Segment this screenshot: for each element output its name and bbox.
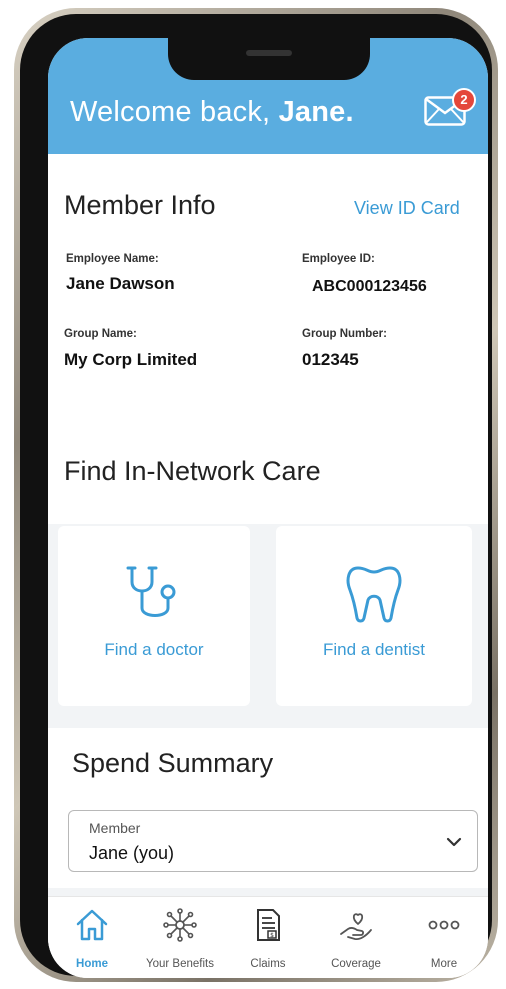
employee-id-value: ABC000123456: [312, 278, 427, 295]
find-care-title: Find In-Network Care: [64, 456, 321, 486]
view-id-card-link[interactable]: View ID Card: [354, 198, 460, 219]
group-number-label: Group Number:: [302, 328, 387, 340]
find-doctor-card[interactable]: Find a doctor: [58, 526, 250, 706]
tab-your-benefits[interactable]: Your Benefits: [136, 897, 224, 978]
svg-text:$: $: [270, 932, 274, 939]
tab-more-label: More: [430, 958, 458, 970]
tab-your-benefits-label: Your Benefits: [146, 958, 214, 970]
member-select-label: Member: [89, 820, 141, 836]
member-select[interactable]: Member Jane (you): [68, 810, 478, 872]
coverage-hand-icon: [340, 913, 372, 941]
tooth-icon: [346, 566, 402, 623]
mail-badge: 2: [452, 88, 476, 112]
benefits-network-icon: [163, 908, 197, 942]
bottom-tab-bar: Home Your Benefits $ Claims Coverage Mor…: [48, 896, 488, 978]
find-doctor-label: Find a doctor: [104, 640, 204, 659]
tab-more[interactable]: More: [400, 897, 488, 978]
tab-home-label: Home: [76, 958, 108, 970]
tab-claims-label: Claims: [250, 958, 286, 970]
app-screen: Welcome back, Jane. 2 Member Info View I…: [48, 38, 488, 978]
group-name-value: My Corp Limited: [64, 350, 198, 369]
employee-id-label: Employee ID:: [302, 253, 375, 265]
find-dentist-card[interactable]: Find a dentist: [276, 526, 472, 706]
claims-document-icon: $: [257, 909, 280, 941]
member-info-title: Member Info: [64, 190, 216, 220]
employee-name-value: Jane Dawson: [66, 274, 175, 293]
tab-coverage-label: Coverage: [331, 958, 381, 970]
spend-summary-section: Spend Summary Member Jane (you): [48, 728, 488, 888]
phone-notch: [168, 38, 370, 80]
more-dots-icon: [428, 920, 460, 930]
home-icon: [76, 909, 108, 941]
find-dentist-label: Find a dentist: [322, 640, 426, 659]
tab-claims[interactable]: $ Claims: [224, 897, 312, 978]
employee-name-label: Employee Name:: [66, 253, 159, 265]
stethoscope-icon: [126, 566, 176, 617]
group-name-label: Group Name:: [64, 328, 137, 340]
group-number-value: 012345: [302, 350, 359, 369]
tab-coverage[interactable]: Coverage: [312, 897, 400, 978]
chevron-down-icon: [446, 837, 462, 847]
spend-summary-title: Spend Summary: [72, 748, 274, 778]
welcome-message: Welcome back, Jane.: [70, 96, 354, 128]
member-info-section: Member Info View ID Card Employee Name: …: [48, 154, 488, 524]
tab-home[interactable]: Home: [48, 897, 136, 978]
member-select-value: Jane (you): [89, 843, 175, 863]
